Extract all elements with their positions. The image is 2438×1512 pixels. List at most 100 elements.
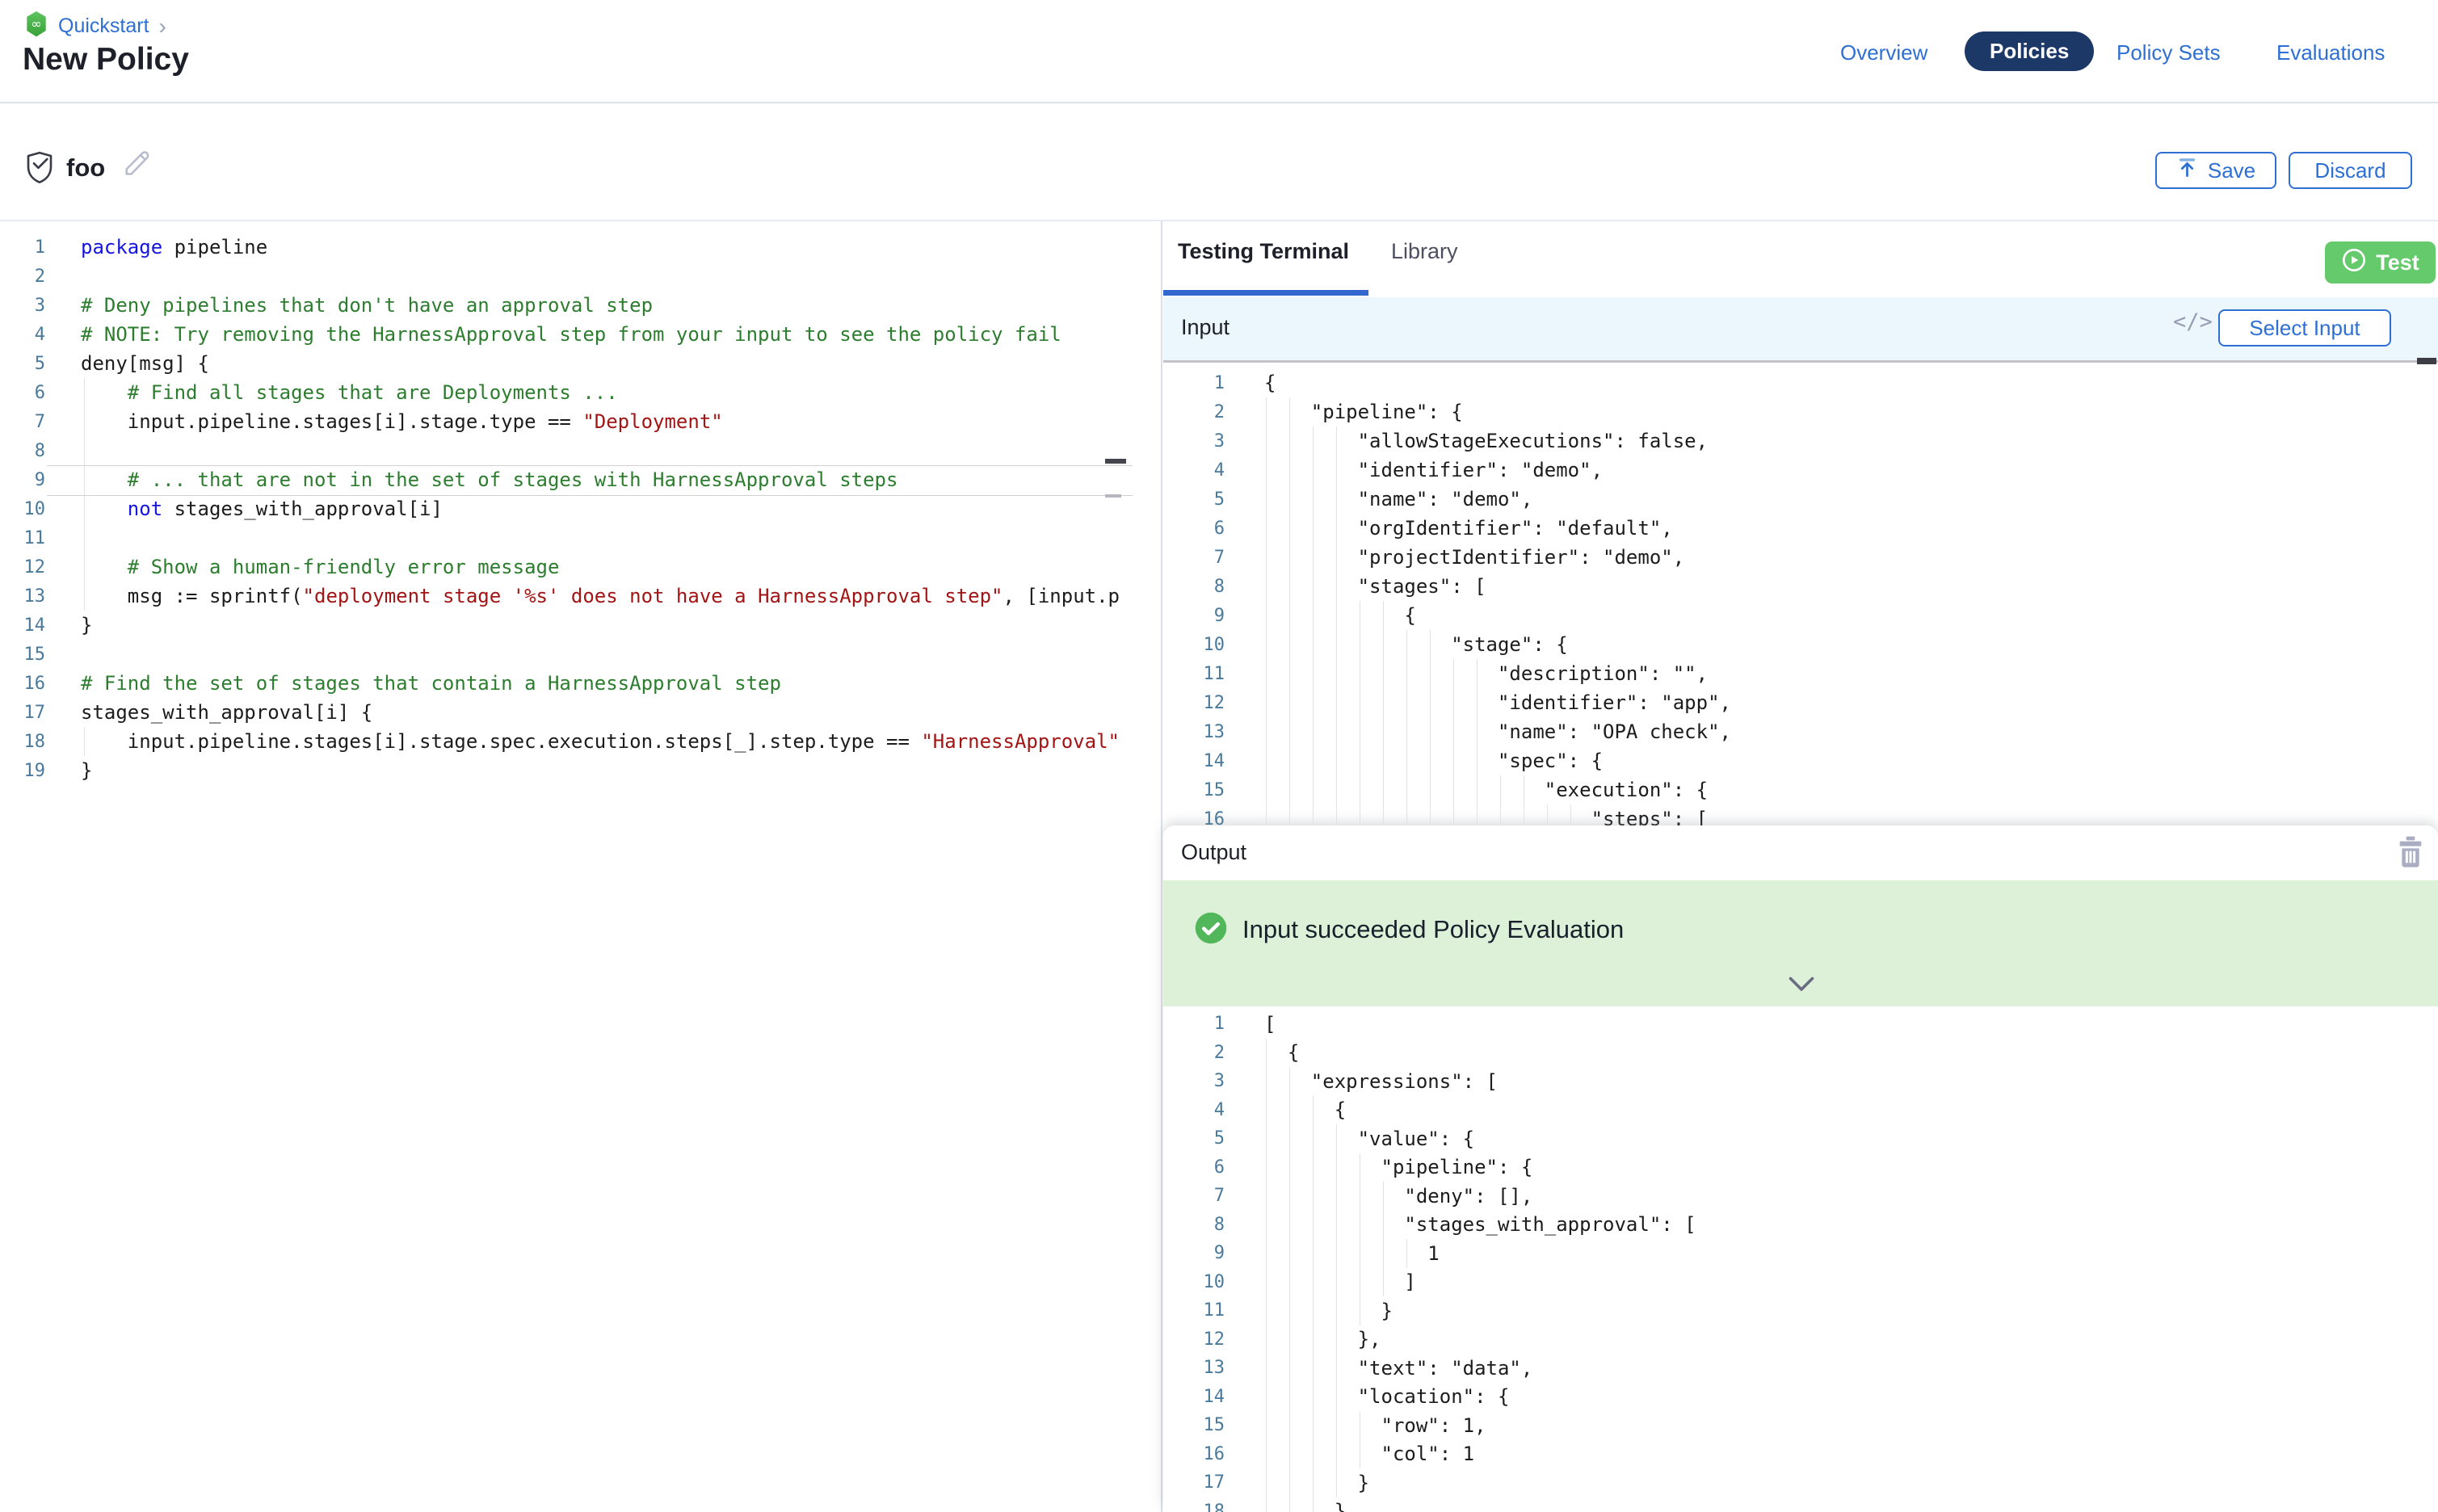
- input-json-editor[interactable]: 1{2 "pipeline": {3 "allowStageExecutions…: [1163, 363, 2438, 825]
- indent-guide: [1266, 1039, 1267, 1512]
- code-line: 3 "expressions": [: [1163, 1067, 2438, 1096]
- code-line: 12 # Show a human-friendly error message: [0, 552, 1161, 582]
- input-json: 1{2 "pipeline": {3 "allowStageExecutions…: [1163, 368, 2438, 825]
- line-number: 13: [1163, 1358, 1225, 1378]
- line-number: 14: [1163, 1387, 1225, 1407]
- upload-icon: [2176, 157, 2198, 184]
- policy-code-editor[interactable]: 1package pipeline23# Deny pipelines that…: [0, 221, 1161, 1512]
- discard-label: Discard: [2314, 158, 2385, 183]
- code-line: 5 "value": {: [1163, 1124, 2438, 1153]
- code-line: 15 "row": 1,: [1163, 1411, 2438, 1440]
- line-number: 18: [0, 732, 45, 752]
- edit-name-button[interactable]: [121, 147, 153, 182]
- code-line: 12 },: [1163, 1325, 2438, 1354]
- code-line: 6 "pipeline": {: [1163, 1153, 2438, 1182]
- output-json: 1[2 {3 "expressions": [4 {5 "value": {6 …: [1163, 1010, 2438, 1512]
- line-number: 12: [0, 557, 45, 578]
- line-number: 16: [1163, 1444, 1225, 1464]
- code-line: 7 input.pipeline.stages[i].stage.type ==…: [0, 407, 1161, 436]
- line-number: 5: [0, 354, 45, 374]
- active-tab-underline: [1163, 290, 1368, 296]
- line-number: 16: [0, 674, 45, 694]
- code-line: 1{: [1163, 368, 2438, 397]
- code-line: 11 }: [1163, 1296, 2438, 1325]
- tab-overview[interactable]: Overview: [1840, 40, 1927, 65]
- code-line: 12 "identifier": "app",: [1163, 688, 2438, 717]
- rego-code: 1package pipeline23# Deny pipelines that…: [0, 233, 1161, 785]
- code-line: 9 {: [1163, 601, 2438, 630]
- line-number: 7: [1163, 548, 1225, 568]
- indent-guide: [1289, 397, 1290, 825]
- line-number: 17: [0, 703, 45, 723]
- line-number: 11: [0, 528, 45, 548]
- code-line: 13 msg := sprintf("deployment stage '%s'…: [0, 582, 1161, 611]
- line-number: 13: [1163, 722, 1225, 742]
- line-number: 5: [1163, 489, 1225, 510]
- indent-guide: [1453, 659, 1454, 825]
- save-button[interactable]: Save: [2155, 152, 2276, 189]
- line-number: 6: [1163, 519, 1225, 539]
- discard-button[interactable]: Discard: [2289, 152, 2412, 189]
- tab-testing-terminal[interactable]: Testing Terminal: [1178, 239, 1349, 264]
- pencil-icon: [121, 170, 153, 182]
- code-line: 8 "stages_with_approval": [: [1163, 1211, 2438, 1240]
- line-number: 11: [1163, 1300, 1225, 1321]
- code-line: 5 "name": "demo",: [1163, 485, 2438, 514]
- chevron-down-icon[interactable]: [1787, 976, 1816, 996]
- trash-icon: [2398, 859, 2423, 872]
- indent-guide: [1406, 630, 1407, 825]
- play-circle-icon: [2341, 247, 2367, 279]
- code-line: 2 "pipeline": {: [1163, 397, 2438, 426]
- line-number: 1: [1163, 373, 1225, 393]
- line-number: 10: [0, 499, 45, 519]
- line-number: 1: [0, 237, 45, 258]
- line-number: 15: [1163, 780, 1225, 800]
- header-divider: [0, 102, 2438, 103]
- indent-guide: [1313, 1096, 1314, 1512]
- code-line: 3# Deny pipelines that don't have an app…: [0, 291, 1161, 320]
- clear-output-button[interactable]: [2398, 835, 2423, 872]
- test-button[interactable]: Test: [2325, 242, 2436, 284]
- policy-editor-page: ∞ Quickstart › New Policy Overview Polic…: [0, 0, 2438, 1512]
- overview-ruler-marker: [1105, 494, 1121, 498]
- svg-text:∞: ∞: [31, 16, 41, 32]
- tab-evaluations[interactable]: Evaluations: [2276, 40, 2385, 65]
- code-line: 6 "orgIdentifier": "default",: [1163, 514, 2438, 543]
- line-number: 4: [1163, 1100, 1225, 1120]
- evaluation-success-banner: Input succeeded Policy Evaluation: [1163, 880, 2438, 1006]
- pane-divider: [1161, 221, 1162, 1512]
- breadcrumb-link-quickstart[interactable]: Quickstart: [58, 15, 149, 38]
- code-line: 4# NOTE: Try removing the HarnessApprova…: [0, 320, 1161, 349]
- code-line: 16 "col": 1: [1163, 1440, 2438, 1469]
- code-icon[interactable]: </>: [2168, 309, 2217, 335]
- test-label: Test: [2376, 250, 2419, 275]
- line-number: 11: [1163, 664, 1225, 684]
- tab-policies[interactable]: Policies: [1965, 32, 2094, 71]
- indent-guide: [1266, 397, 1267, 825]
- indent-guide: [1500, 775, 1501, 825]
- tab-library[interactable]: Library: [1391, 239, 1458, 264]
- indent-guide: [1289, 1067, 1290, 1512]
- output-label: Output: [1181, 840, 1246, 865]
- code-line: 16 "steps": [: [1163, 804, 2438, 825]
- output-json-viewer[interactable]: 1[2 {3 "expressions": [4 {5 "value": {6 …: [1163, 1006, 2438, 1512]
- line-number: 7: [1163, 1186, 1225, 1206]
- line-number: 9: [0, 470, 45, 490]
- line-number: 19: [0, 761, 45, 781]
- code-line: 7 "deny": [],: [1163, 1182, 2438, 1211]
- code-line: 16# Find the set of stages that contain …: [0, 669, 1161, 698]
- code-line: 18 input.pipeline.stages[i].stage.spec.e…: [0, 727, 1161, 756]
- tab-policy-sets[interactable]: Policy Sets: [2116, 40, 2221, 65]
- line-number: 14: [0, 615, 45, 636]
- indent-guide: [1406, 1239, 1407, 1268]
- code-line: 13 "text": "data",: [1163, 1354, 2438, 1383]
- code-line: 9 1: [1163, 1239, 2438, 1268]
- code-line: 1package pipeline: [0, 233, 1161, 262]
- overview-ruler-marker: [2417, 358, 2436, 364]
- code-line: 14 "location": {: [1163, 1383, 2438, 1412]
- line-number: 18: [1163, 1502, 1225, 1512]
- indent-guide: [84, 727, 85, 756]
- code-line: 4 "identifier": "demo",: [1163, 456, 2438, 485]
- select-input-button[interactable]: Select Input: [2218, 309, 2391, 346]
- line-number: 3: [1163, 431, 1225, 452]
